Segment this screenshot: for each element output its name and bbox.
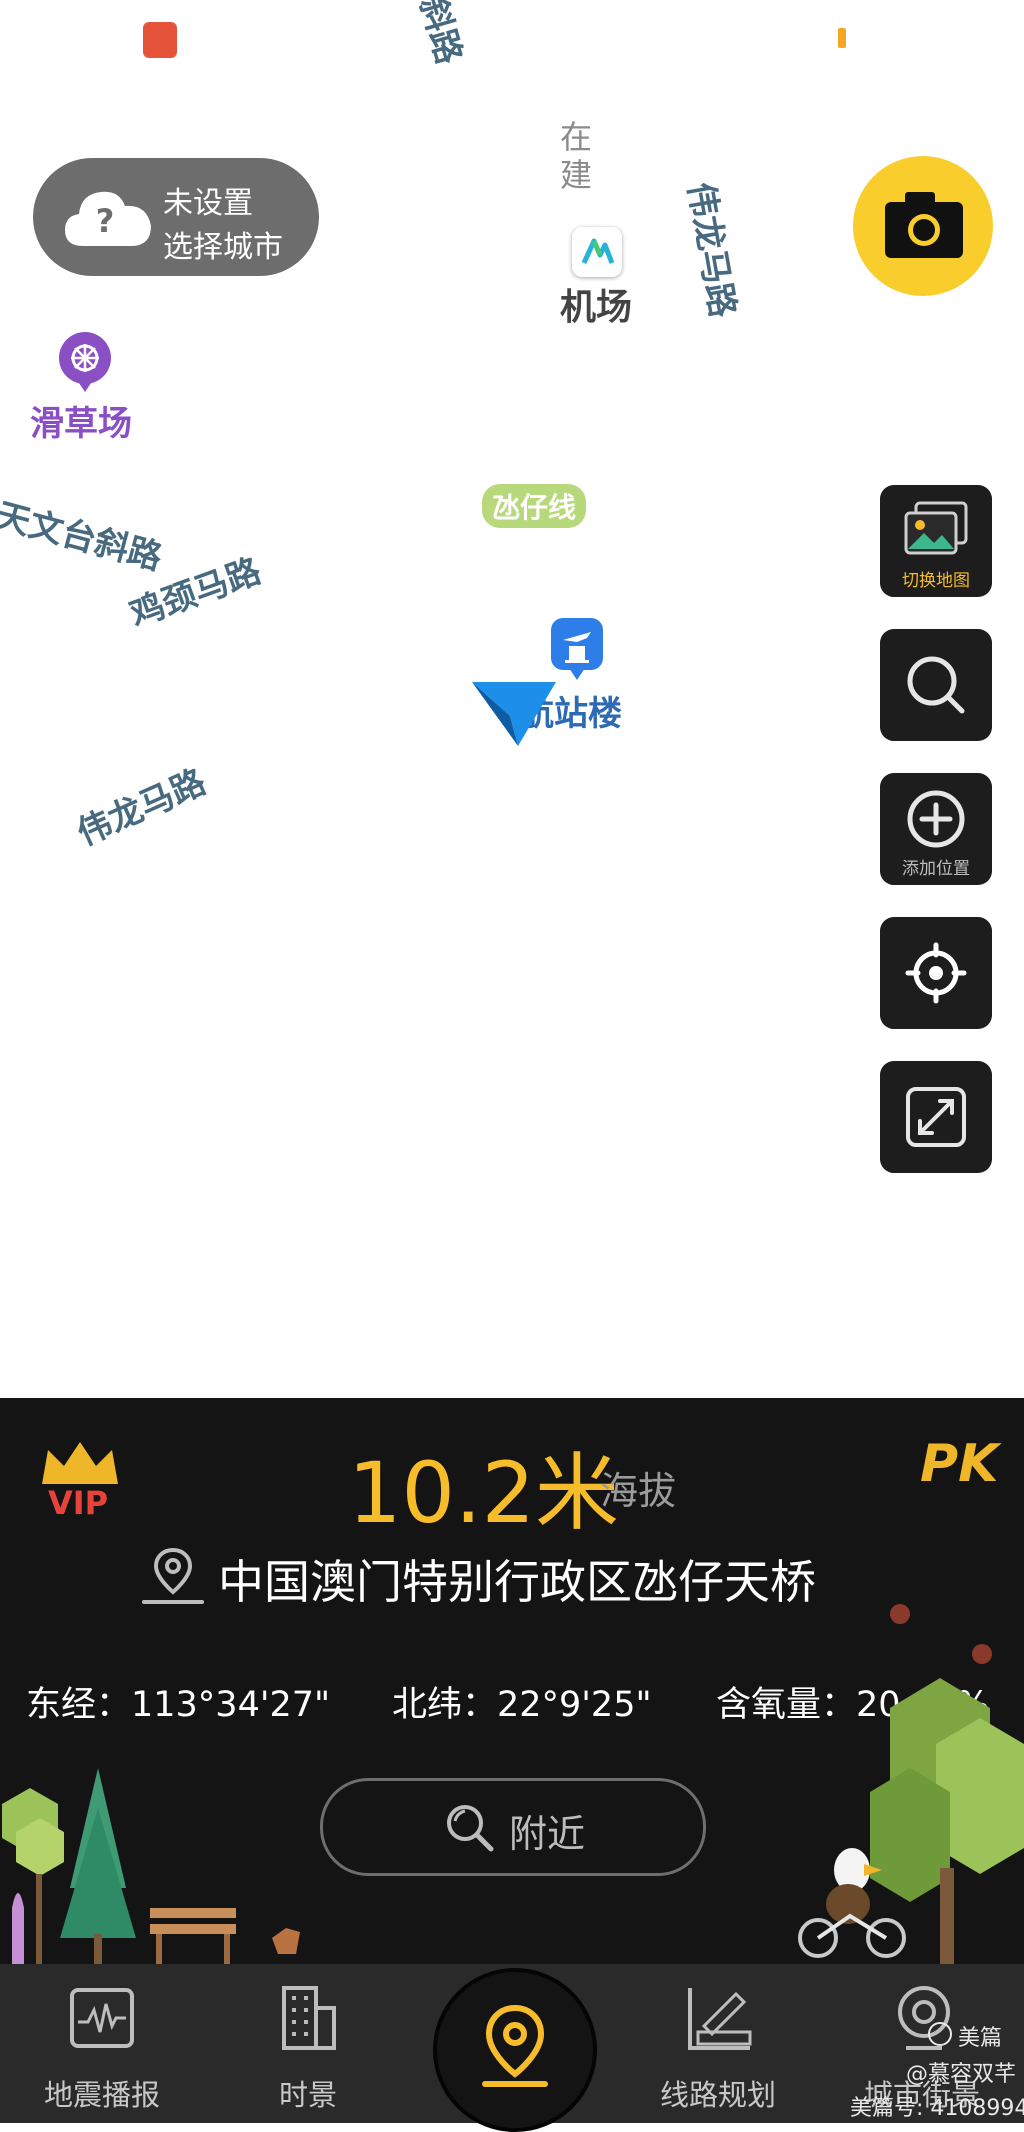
tab-label: 地震播报: [43, 2078, 160, 2112]
longitude-text: 东经：113°34'27": [26, 1685, 331, 1725]
watermark-id: 美篇号: 4108994: [850, 2096, 1024, 2121]
address-text: 中国澳门特别行政区氹仔天桥: [218, 1555, 816, 1609]
camera-icon: [885, 192, 963, 258]
metro-line-label[interactable]: 氹仔线: [482, 484, 587, 528]
poi-pointer: [77, 380, 93, 392]
nearby-label: 附近: [509, 1812, 586, 1856]
map-layers-icon: [904, 501, 968, 555]
svg-text:?: ?: [96, 202, 115, 240]
pk-button[interactable]: PK: [920, 1434, 998, 1494]
vip-badge[interactable]: VIP: [38, 1438, 122, 1522]
altitude-label: 海拔: [600, 1469, 677, 1513]
road-label: 伟龙马路: [71, 761, 212, 854]
scenery-illustration: [798, 1604, 1024, 1964]
terminal-icon[interactable]: [551, 618, 603, 670]
route-ruler-icon: [688, 1988, 752, 2050]
seismograph-icon: [70, 1988, 134, 2048]
select-city-button[interactable]: ? 未设置 选择城市: [33, 158, 319, 276]
watermark-author: @慕容双芊: [906, 2062, 1017, 2087]
search-icon: [447, 1805, 494, 1852]
watermark-brand: 美篇: [928, 2020, 1003, 2052]
watermark-brand-text: 美篇: [958, 2026, 1003, 2051]
construction-label: 在建: [560, 118, 593, 194]
map-view[interactable]: 斜路 伟龙马路 天文台斜路 鸡颈马路 伟龙马路 在建 机场 ? 未设置 选择城市…: [0, 0, 1024, 1398]
cloud-question-icon: ?: [65, 191, 151, 246]
search-button[interactable]: [880, 629, 992, 741]
locate-me-button[interactable]: [880, 917, 992, 1029]
tab-time-scene[interactable]: 时景: [226, 1964, 390, 2123]
poi-pointer: [569, 668, 585, 680]
road-label: 天文台斜路: [0, 495, 167, 579]
search-icon: [907, 656, 965, 714]
altitude-value: 10.2米: [348, 1444, 620, 1542]
switch-map-label: 切换地图: [902, 571, 970, 591]
airport-icon[interactable]: [572, 227, 622, 277]
building-icon: [282, 1986, 336, 2050]
switch-map-button[interactable]: 切换地图: [880, 485, 992, 597]
scenery-illustration: [2, 1768, 300, 1964]
vip-label: VIP: [48, 1484, 109, 1522]
tab-earthquake[interactable]: 地震播报: [20, 1964, 184, 2123]
location-pin-icon: [142, 1547, 204, 1604]
crosshair-icon: [905, 942, 967, 1004]
watermark-logo-icon: [928, 2022, 952, 2046]
expand-icon: [906, 1087, 966, 1147]
current-location-arrow-icon: [472, 682, 556, 746]
tab-route-planning[interactable]: 线路规划: [636, 1964, 800, 2123]
city-status-text: 未设置: [163, 186, 253, 221]
latitude-text: 北纬：22°9'25": [392, 1685, 652, 1725]
airport-label[interactable]: 机场: [560, 278, 632, 330]
road-label: 斜路: [411, 0, 470, 69]
add-location-label: 添加位置: [902, 859, 970, 879]
grass-field-label[interactable]: 滑草场: [30, 396, 132, 445]
tab-label: 线路规划: [659, 2078, 776, 2112]
tab-label: 时景: [278, 2078, 337, 2112]
crown-icon: [42, 1442, 118, 1484]
ferris-wheel-icon[interactable]: [59, 332, 111, 384]
fullscreen-button[interactable]: [880, 1061, 992, 1173]
city-select-text: 选择城市: [163, 230, 283, 265]
road-label: 伟龙马路: [679, 179, 743, 321]
location-info-panel: VIP 10.2米 海拔 PK 中国澳门特别行政区氹仔天桥 东经：113°34'…: [0, 1398, 1024, 1964]
location-pin-icon: [482, 2004, 548, 2087]
add-location-button[interactable]: 添加位置: [880, 773, 992, 885]
nearby-button[interactable]: 附近: [320, 1778, 706, 1876]
camera-button[interactable]: [853, 156, 993, 296]
app-badge-icon: [143, 22, 177, 58]
marker-dot-icon: [838, 28, 846, 48]
tab-location-center-button[interactable]: [433, 1968, 597, 2132]
